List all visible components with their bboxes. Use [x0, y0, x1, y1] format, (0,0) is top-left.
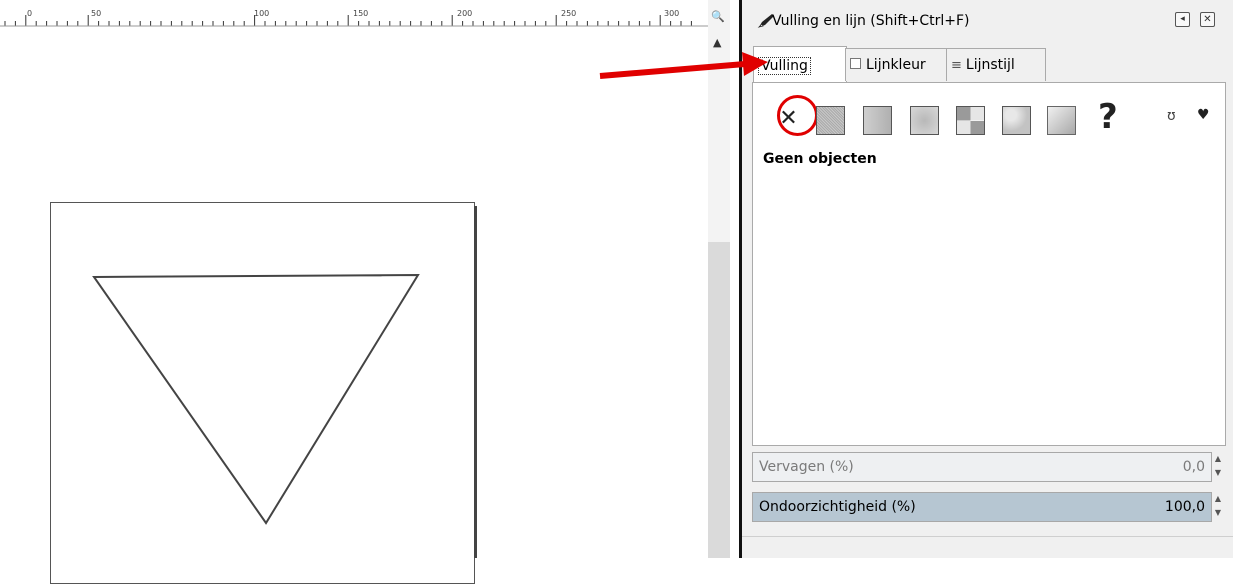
triangle-shape[interactable] [0, 0, 708, 558]
close-dialog-button[interactable]: ✕ [1200, 12, 1215, 27]
status-text: Geen objecten [763, 151, 877, 167]
opacity-stepper[interactable]: ▲ ▼ [1212, 492, 1224, 520]
opacity-spinbox[interactable]: Ondoorzichtigheid (%) 100,0 [752, 492, 1212, 522]
mesh-gradient-button[interactable] [1047, 106, 1076, 135]
linear-gradient-button[interactable] [863, 106, 892, 135]
tab-fill-label: Vulling [758, 57, 811, 75]
fill-panel: ✕ ? ʊ ♥ Geen objecten [752, 82, 1226, 446]
decrement-arrow-icon[interactable]: ▼ [1212, 466, 1224, 480]
no-paint-button[interactable]: ✕ [775, 105, 802, 132]
tab-stroke-style-label: Lijnstijl [965, 57, 1015, 73]
divider-line [742, 536, 1233, 537]
fill-and-stroke-dialog: Vulling en lijn (Shift+Ctrl+F) ◂ ✕ Vulli… [742, 0, 1233, 558]
pattern-button[interactable] [956, 106, 985, 135]
increment-arrow-icon[interactable]: ▲ [1212, 492, 1224, 506]
decrement-arrow-icon[interactable]: ▼ [1212, 506, 1224, 520]
blur-stepper[interactable]: ▲ ▼ [1212, 452, 1224, 480]
triangle-path [92, 273, 420, 525]
fill-rule-evenodd-icon[interactable]: ʊ [1167, 108, 1176, 124]
tab-stroke-paint[interactable]: Lijnkleur [845, 48, 950, 81]
opacity-label: Ondoorzichtigheid (%) [759, 499, 916, 515]
checkbox-icon [850, 58, 861, 69]
radial-gradient-button[interactable] [910, 106, 939, 135]
blur-value: 0,0 [1182, 459, 1205, 475]
opacity-value: 100,0 [1164, 499, 1205, 515]
unset-paint-button[interactable]: ? [1098, 97, 1118, 137]
dialog-title: Vulling en lijn (Shift+Ctrl+F) [772, 13, 970, 29]
scrollbar-thumb[interactable] [708, 242, 730, 558]
zoom-icon[interactable]: 🔍 [711, 10, 725, 23]
stroke-style-icon: ≡ [951, 58, 962, 73]
tab-stroke-paint-label: Lijnkleur [866, 57, 926, 73]
scroll-up-arrow-icon[interactable]: ▲ [713, 36, 721, 49]
tab-fill[interactable]: Vulling [753, 46, 847, 82]
blur-label: Vervagen (%) [759, 459, 854, 475]
increment-arrow-icon[interactable]: ▲ [1212, 452, 1224, 466]
blur-spinbox[interactable]: Vervagen (%) 0,0 [752, 452, 1212, 482]
dialog-header: Vulling en lijn (Shift+Ctrl+F) ◂ ✕ [742, 10, 1233, 32]
fill-rule-nonzero-icon[interactable]: ♥ [1197, 107, 1210, 123]
swatch-button[interactable] [1002, 106, 1031, 135]
collapse-dialog-button[interactable]: ◂ [1175, 12, 1190, 27]
flat-color-button[interactable] [816, 106, 845, 135]
tab-stroke-style[interactable]: ≡ Lijnstijl [946, 48, 1046, 81]
